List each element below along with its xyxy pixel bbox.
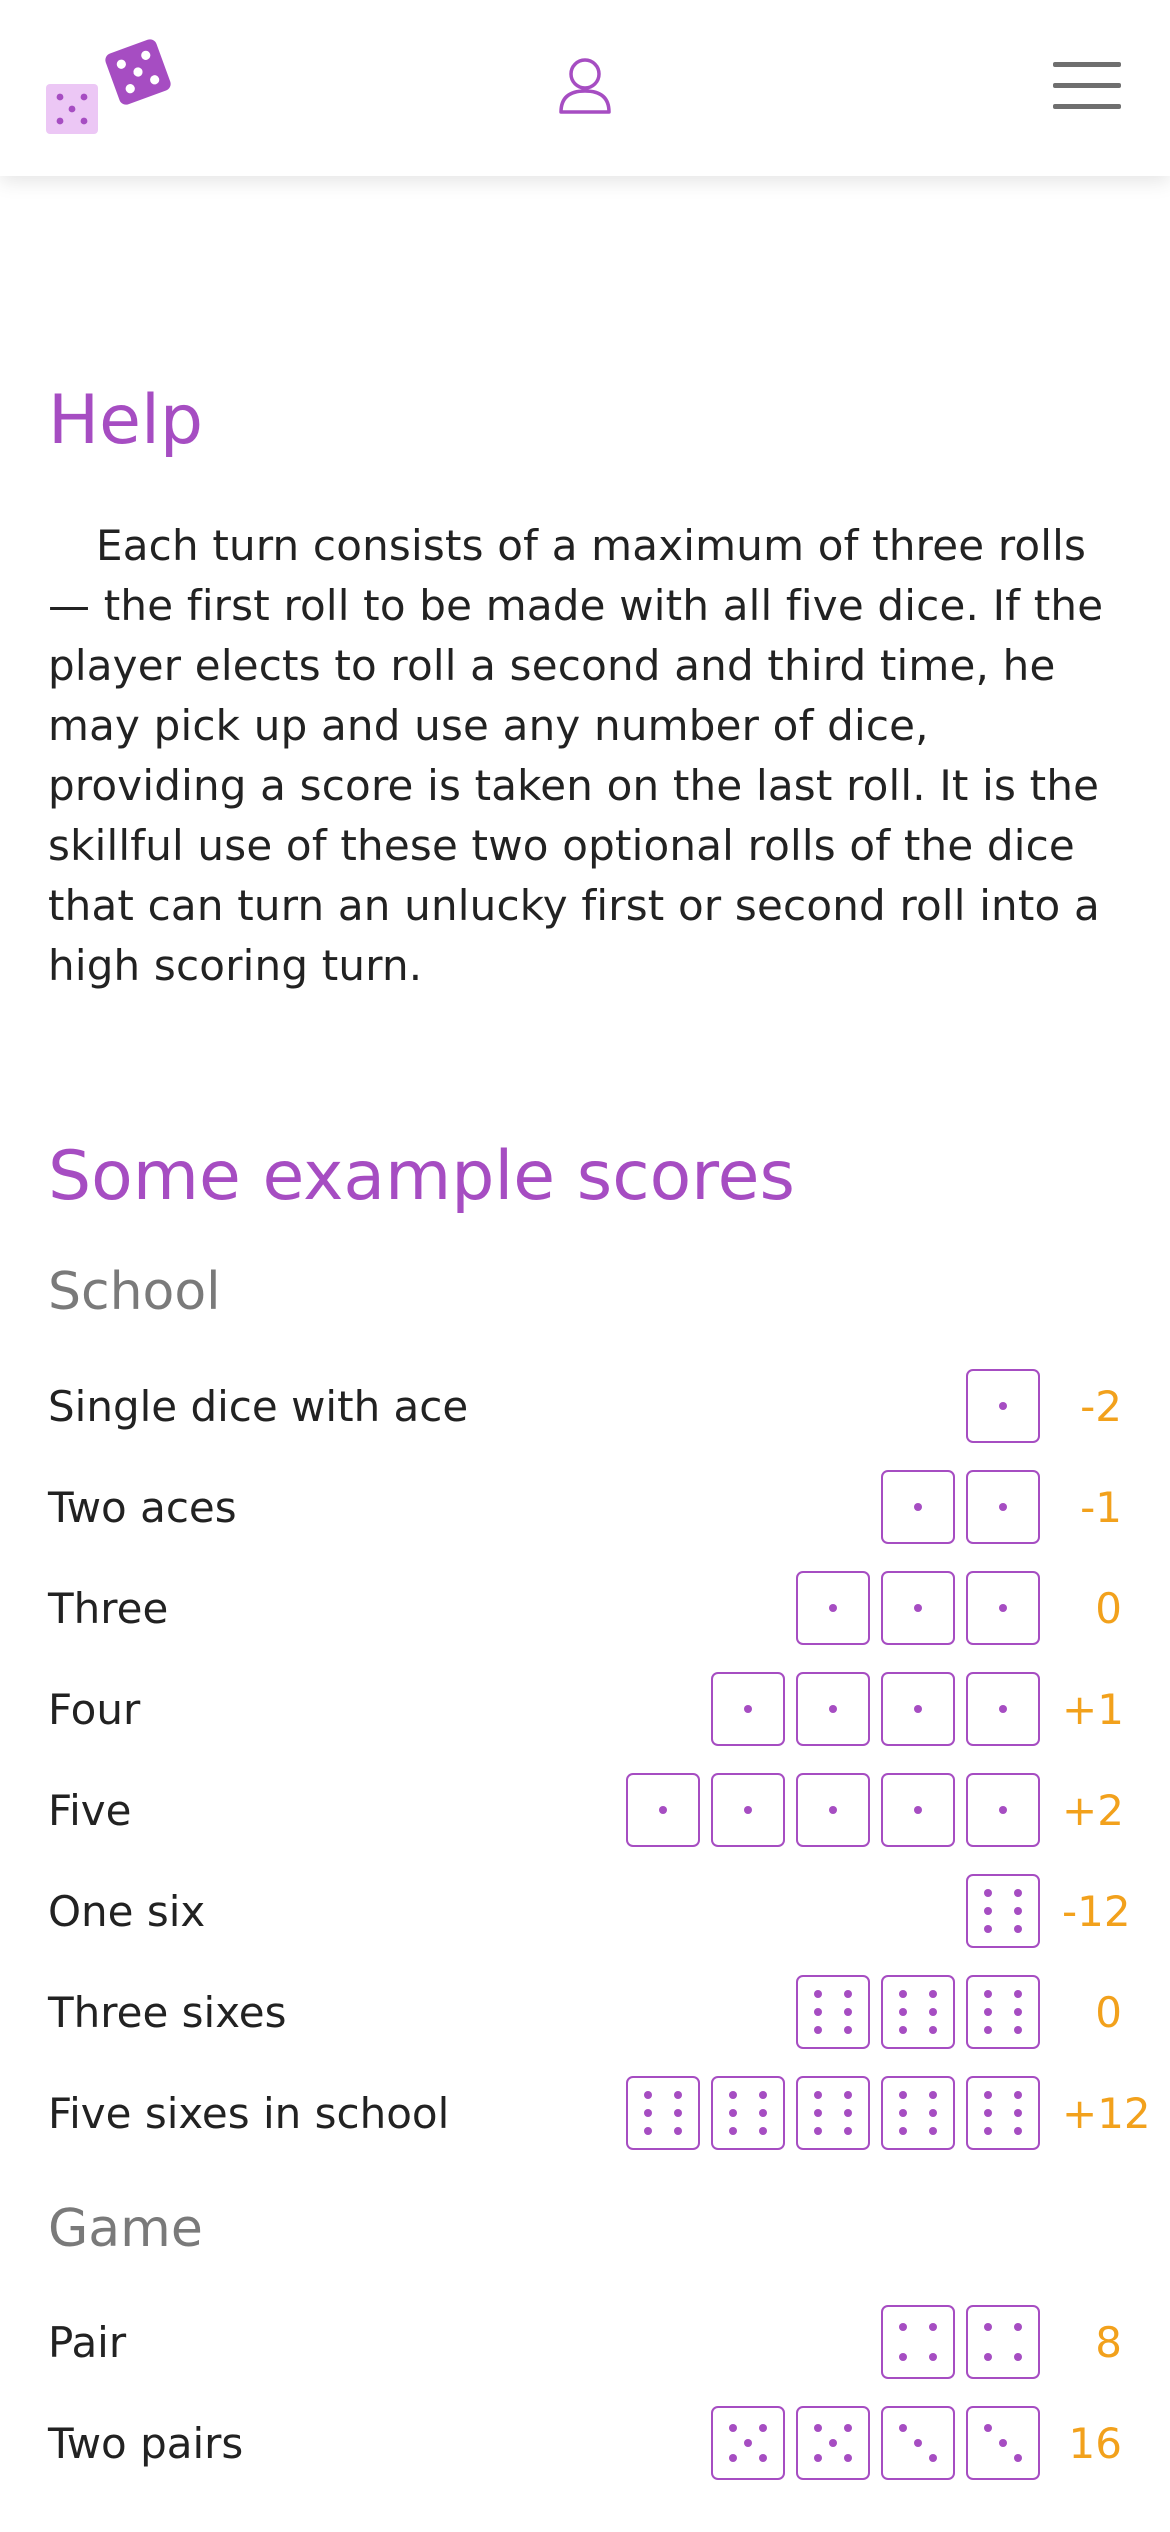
score-row-label: Pair [48, 2317, 127, 2367]
score-row-label: Two aces [48, 1482, 237, 1532]
score-row: One six -12 [48, 1861, 1131, 1962]
die-face-6-icon [881, 2076, 955, 2151]
die-face-4-icon [966, 2305, 1040, 2380]
score-row: Pair 8 [48, 2292, 1122, 2393]
score-value: +12 [1062, 2088, 1151, 2138]
section-title: Some example scores [48, 1136, 795, 1216]
score-row-label: Four [48, 1684, 141, 1734]
die-face-4-icon [881, 2305, 955, 2380]
score-row-label: One six [48, 1886, 206, 1936]
score-row-label: Five sixes in school [48, 2088, 450, 2138]
score-value: +2 [1062, 1785, 1124, 1835]
dice-group [881, 2305, 1040, 2380]
die-face-6-icon [796, 2076, 870, 2151]
die-face-1-icon [711, 1672, 785, 1747]
score-value: -2 [1080, 1381, 1122, 1431]
score-row: Five sixes in school +12 [48, 2063, 1151, 2164]
die-face-6-icon [626, 2076, 700, 2151]
die-face-1-icon [881, 1672, 955, 1747]
score-row: Four +1 [48, 1659, 1124, 1760]
die-face-1-icon [966, 1773, 1040, 1848]
die-face-1-icon [966, 1470, 1040, 1545]
dice-group [881, 1470, 1040, 1545]
score-value: 8 [1095, 2317, 1122, 2367]
score-value: 16 [1068, 2418, 1122, 2468]
die-face-6-icon [966, 1874, 1040, 1949]
menu-button[interactable] [1052, 60, 1122, 116]
help-content: Help Each turn consists of a maximum of … [48, 380, 1151, 2494]
die-face-1-icon [966, 1369, 1040, 1444]
die-face-6-icon [711, 2076, 785, 2151]
score-row-label: Five [48, 1785, 132, 1835]
dice-group [626, 2076, 1040, 2151]
score-row-label: Two pairs [48, 2418, 244, 2468]
group-title-game: Game [48, 2198, 203, 2259]
score-value: 0 [1095, 1987, 1122, 2037]
dice-group [711, 2406, 1040, 2481]
die-face-3-icon [966, 2406, 1040, 2481]
page-title: Help [48, 381, 204, 460]
die-face-6-icon [881, 1975, 955, 2050]
die-face-1-icon [966, 1571, 1040, 1646]
dice-group [796, 1571, 1040, 1646]
hamburger-menu-icon [1053, 60, 1121, 116]
user-icon [557, 57, 613, 119]
die-face-1-icon [711, 1773, 785, 1848]
die-face-1-icon [796, 1773, 870, 1848]
dice-group [626, 1773, 1040, 1848]
dice-group [711, 1672, 1040, 1747]
score-row: Five +2 [48, 1760, 1124, 1861]
group-title-school: School [48, 1262, 221, 1323]
score-row: Two aces -1 [48, 1457, 1122, 1558]
die-face-3-icon [881, 2406, 955, 2481]
score-row-label: Single dice with ace [48, 1381, 469, 1431]
die-face-1-icon [796, 1571, 870, 1646]
die-face-5-icon [796, 2406, 870, 2481]
die-face-1-icon [796, 1672, 870, 1747]
die-face-1-icon [881, 1773, 955, 1848]
score-row-label: Three [48, 1583, 169, 1633]
dice-group [796, 1975, 1040, 2050]
score-row: Single dice with ace -2 [48, 1356, 1122, 1457]
dice-logo-icon[interactable] [44, 36, 174, 140]
score-value: -1 [1080, 1482, 1122, 1532]
die-face-1-icon [966, 1672, 1040, 1747]
score-row-label: Three sixes [48, 1987, 287, 2037]
intro-paragraph: Each turn consists of a maximum of three… [48, 520, 1104, 990]
score-value: +1 [1062, 1684, 1124, 1734]
die-face-5-icon [711, 2406, 785, 2481]
die-face-6-icon [966, 1975, 1040, 2050]
die-face-1-icon [881, 1571, 955, 1646]
score-row: Two pairs 16 [48, 2393, 1122, 2494]
score-row: Three sixes 0 [48, 1962, 1122, 2063]
die-face-1-icon [881, 1470, 955, 1545]
dice-group [966, 1874, 1040, 1949]
score-row: Three 0 [48, 1558, 1122, 1659]
dice-group [966, 1369, 1040, 1444]
app-header [0, 0, 1170, 176]
die-face-1-icon [626, 1773, 700, 1848]
score-groups: School Single dice with ace -2 Two aces -1 Th… [48, 1261, 1151, 2494]
score-value: -12 [1062, 1886, 1131, 1936]
die-face-6-icon [796, 1975, 870, 2050]
user-button[interactable] [550, 56, 620, 120]
die-face-6-icon [966, 2076, 1040, 2151]
score-value: 0 [1095, 1583, 1122, 1633]
